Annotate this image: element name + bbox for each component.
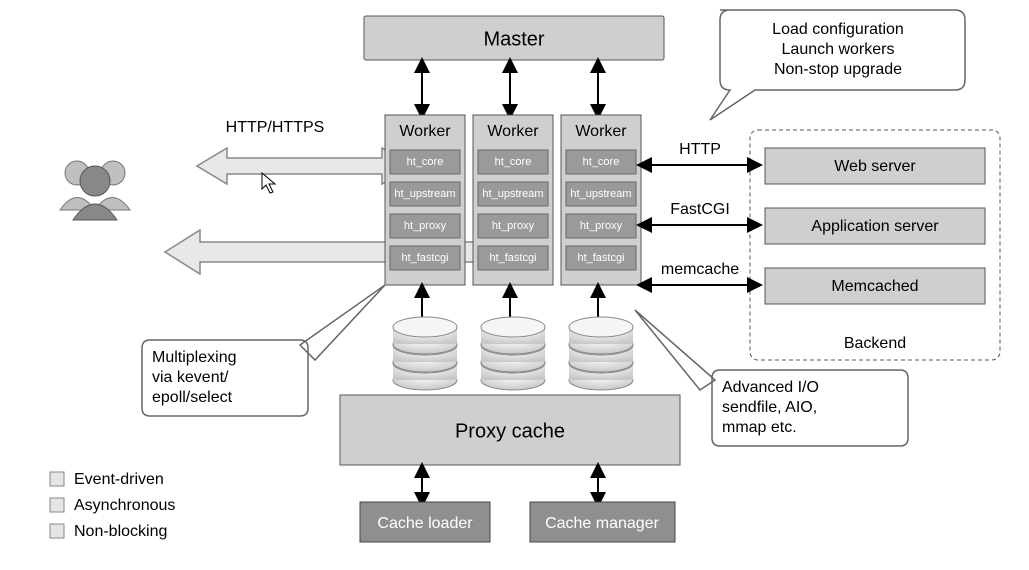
- io-l1: Advanced I/O: [722, 379, 819, 396]
- backend-item-2-label: Memcached: [831, 278, 918, 295]
- legend-label-1: Asynchronous: [74, 497, 175, 514]
- io-l2: sendfile, AIO,: [722, 399, 817, 416]
- legend-label-2: Non-blocking: [74, 523, 167, 540]
- cache-manager-label: Cache manager: [545, 515, 660, 532]
- legend-box-1: [50, 498, 64, 512]
- master-callout: Load configuration Launch workers Non-st…: [710, 10, 965, 120]
- worker-1-title: Worker: [399, 123, 451, 140]
- callout-master-l2: Launch workers: [782, 41, 895, 58]
- io-l3: mmap etc.: [722, 419, 797, 436]
- legend-box-2: [50, 524, 64, 538]
- lbl-http: HTTP: [679, 141, 721, 158]
- db-2-slice-2-top: [481, 317, 545, 337]
- cache-loader-label: Cache loader: [377, 515, 473, 532]
- callout-master-l3: Non-stop upgrade: [774, 61, 902, 78]
- worker-2-mod-0-label: ht_core: [495, 156, 532, 168]
- proxy-cache-label: Proxy cache: [455, 420, 565, 442]
- worker-2-title: Worker: [487, 123, 539, 140]
- cursor-icon: [262, 173, 275, 193]
- db-3-slice-2-top: [569, 317, 633, 337]
- mux-l1: Multiplexing: [152, 349, 236, 366]
- worker-2-mod-2-label: ht_proxy: [492, 220, 535, 232]
- backend-item-1-label: Application server: [811, 218, 939, 235]
- worker-1-mod-3-label: ht_fastcgi: [401, 252, 448, 264]
- http-label: HTTP/HTTPS: [226, 119, 325, 136]
- callout-master-l1: Load configuration: [772, 21, 904, 38]
- worker-1-mod-2-label: ht_proxy: [404, 220, 447, 232]
- http-top-arrow: [197, 148, 412, 184]
- mux-l2: via kevent/: [152, 369, 229, 386]
- master-label: Master: [483, 28, 544, 50]
- worker-2-mod-3-label: ht_fastcgi: [489, 252, 536, 264]
- worker-3-mod-0-label: ht_core: [583, 156, 620, 168]
- lbl-memcache: memcache: [661, 261, 739, 278]
- lbl-fcgi: FastCGI: [670, 201, 730, 218]
- mux-l3: epoll/select: [152, 389, 233, 406]
- worker-1-mod-0-label: ht_core: [407, 156, 444, 168]
- worker-3-mod-1-label: ht_upstream: [570, 188, 631, 200]
- db-1-slice-2-top: [393, 317, 457, 337]
- worker-2-mod-1-label: ht_upstream: [482, 188, 543, 200]
- worker-1-mod-1-label: ht_upstream: [394, 188, 455, 200]
- legend-label-0: Event-driven: [74, 471, 164, 488]
- backend-item-0-label: Web server: [834, 158, 916, 175]
- worker-3-title: Worker: [575, 123, 627, 140]
- worker-3-mod-3-label: ht_fastcgi: [577, 252, 624, 264]
- worker-3-mod-2-label: ht_proxy: [580, 220, 623, 232]
- backend-title: Backend: [844, 335, 906, 352]
- legend-box-0: [50, 472, 64, 486]
- users-icon: [60, 161, 130, 220]
